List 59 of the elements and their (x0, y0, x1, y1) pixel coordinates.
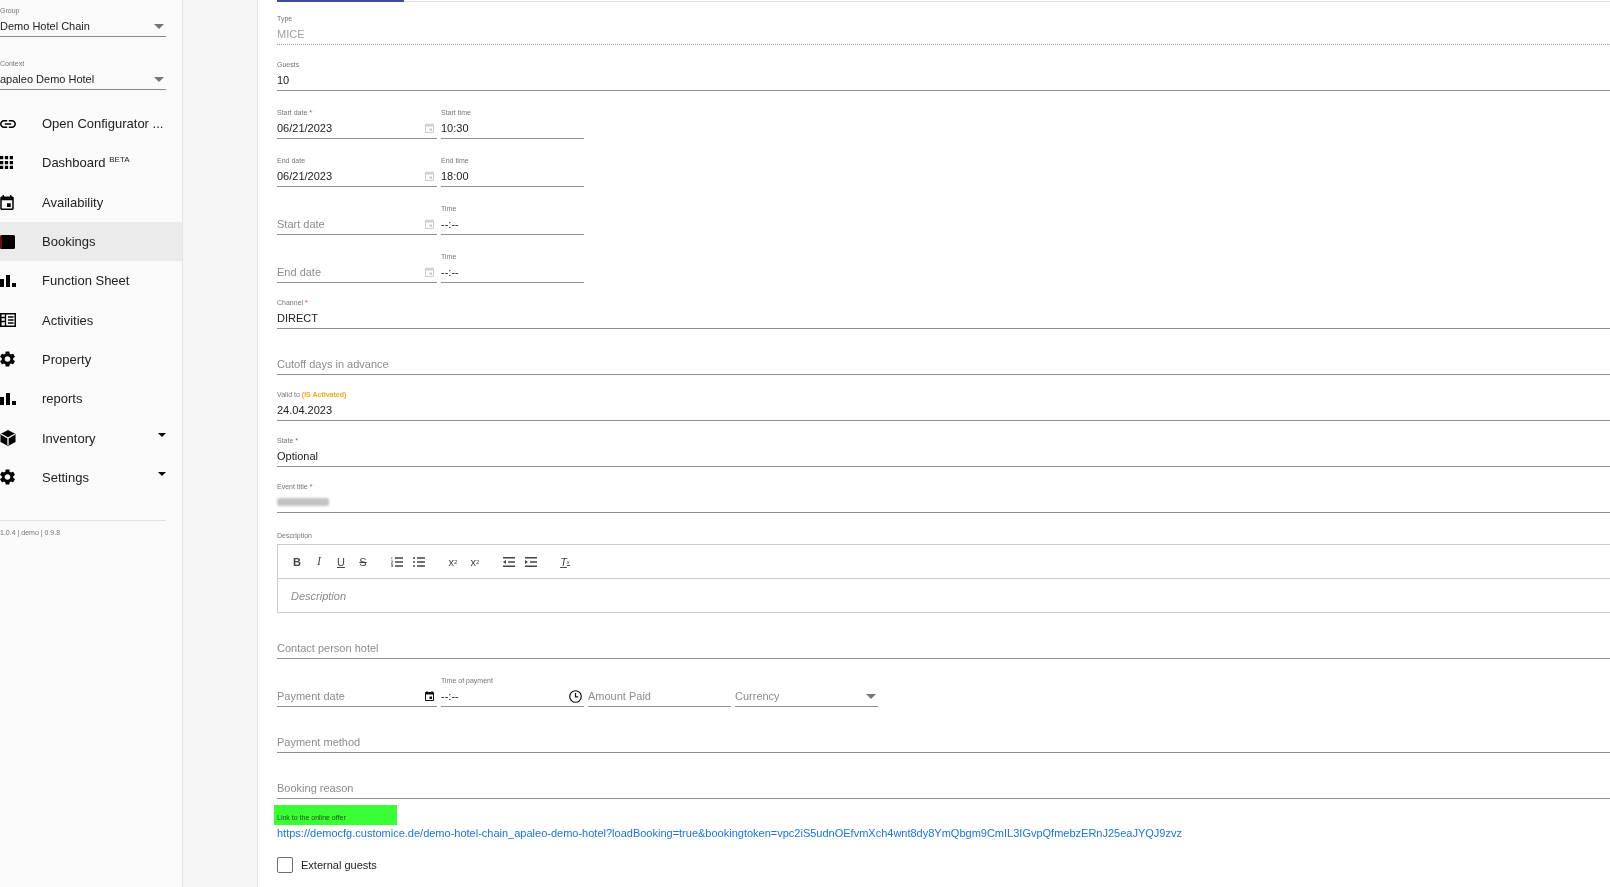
indent-icon (525, 556, 537, 567)
select-field[interactable]: apaleo Demo Hotel (0, 69, 166, 90)
nav-item[interactable]: reports (0, 379, 182, 419)
input-field[interactable]: DIRECT (277, 308, 1610, 329)
list-icon (0, 313, 16, 328)
nav-item[interactable]: Settings (0, 457, 182, 497)
nav-item[interactable]: Inventory (0, 418, 182, 458)
date-field[interactable]: 06/21/2023 (277, 166, 437, 187)
caret-icon (154, 76, 164, 82)
date-field[interactable]: Payment date (277, 686, 437, 707)
caret-icon (154, 23, 164, 29)
calendar-icon (0, 194, 14, 210)
bold-button[interactable]: B (286, 551, 308, 572)
nav-item[interactable]: Function Sheet (0, 261, 182, 301)
clock-icon[interactable] (569, 689, 582, 703)
input-field[interactable]: Optional (277, 446, 1610, 467)
bar-chart-icon (0, 392, 16, 405)
link-icon (0, 119, 16, 128)
italic-button[interactable]: I (308, 551, 330, 572)
underline-button[interactable]: U (330, 551, 352, 572)
time-field[interactable]: 18:00 (441, 166, 584, 187)
strikethrough-button[interactable]: S (352, 551, 374, 572)
input-field[interactable]: Cutoff days in advance (277, 354, 1610, 375)
input-field[interactable]: Contact person hotel (277, 638, 1610, 659)
bullet-list-icon (413, 556, 425, 567)
time-field[interactable]: --:-- (441, 686, 584, 707)
nav-item[interactable]: Bookings (0, 221, 182, 262)
nav-item[interactable]: Activities (0, 300, 182, 340)
editor-input[interactable]: Description (278, 579, 1610, 612)
nav-item[interactable]: Property (0, 339, 182, 380)
settings-icon (0, 469, 15, 486)
time-field[interactable]: 10:30 (441, 118, 584, 139)
date-field[interactable]: Start date (277, 214, 437, 235)
input-field[interactable]: Booking reason (277, 778, 1610, 799)
nav-item[interactable]: Dashboard $^{BETA}$ (0, 143, 182, 183)
nav-item[interactable]: Open Configurator ... (0, 104, 182, 144)
nav-item[interactable]: Availability (0, 182, 182, 222)
date-field[interactable]: 06/21/2023 (277, 118, 437, 139)
superscript-button[interactable]: x$^{2}$ (464, 551, 486, 572)
time-field[interactable]: --:-- (441, 214, 584, 235)
numbered-list-icon (391, 556, 403, 567)
input-field[interactable]: 24.04.2023 (277, 400, 1610, 421)
caret-icon (866, 693, 876, 699)
checkbox[interactable] (277, 857, 293, 873)
settings-icon (0, 351, 15, 368)
select-field[interactable]: Currency (735, 686, 878, 707)
input-field[interactable]: 10 (277, 70, 1610, 91)
bar-chart-icon (0, 274, 16, 287)
outdent-icon (503, 556, 515, 567)
input-field[interactable]: Amount Paid (588, 686, 731, 707)
date-field[interactable]: End date (277, 262, 437, 283)
grid-icon (0, 156, 13, 170)
checkbox-label: External guests (301, 859, 377, 871)
calendar-icon[interactable] (425, 691, 434, 701)
time-field[interactable]: --:-- (441, 262, 584, 283)
input-field[interactable]: Payment method (277, 732, 1610, 753)
offer-link[interactable]: https://democfg.customice.de/demo-hotel-chain_apaleo-demo-hotel?loadBooking=true&bookingtoken=vpc2iS5udnOEfvmXch4wnt8dy8YmQbgm9CmIL3IGvpQfmebzERnJ25eaJYQJ9zvz (277, 825, 1182, 841)
select-field[interactable]: Demo Hotel Chain (0, 16, 166, 37)
book-icon (0, 234, 15, 249)
